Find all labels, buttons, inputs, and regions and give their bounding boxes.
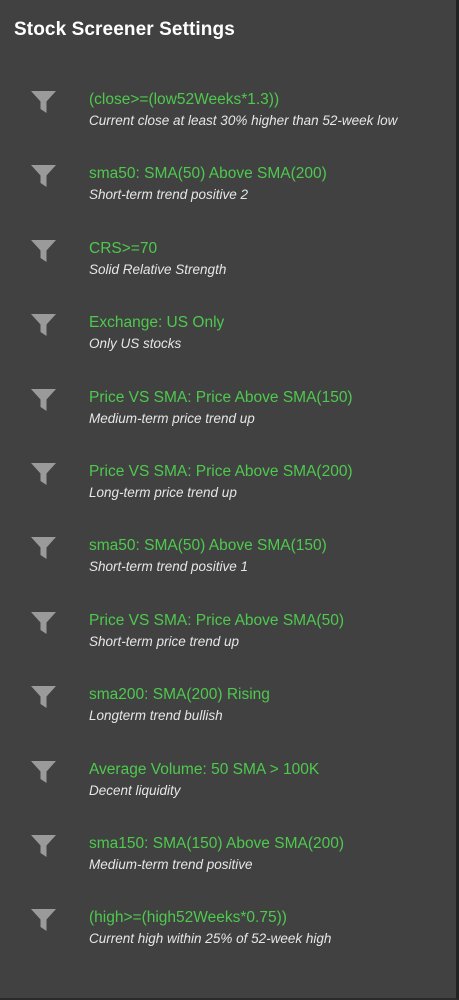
filter-item[interactable]: sma150: SMA(150) Above SMA(200) Medium-t… bbox=[0, 833, 456, 907]
filter-item[interactable]: Price VS SMA: Price Above SMA(200) Long-… bbox=[0, 461, 456, 535]
filter-item[interactable]: sma50: SMA(50) Above SMA(150) Short-term… bbox=[0, 535, 456, 609]
filter-item[interactable]: Exchange: US Only Only US stocks bbox=[0, 312, 456, 386]
filter-icon bbox=[31, 91, 56, 113]
filter-icon bbox=[31, 686, 56, 709]
filter-expression: Price VS SMA: Price Above SMA(50) bbox=[89, 611, 344, 629]
filter-expression: Exchange: US Only bbox=[89, 314, 225, 332]
filter-expression: sma150: SMA(150) Above SMA(200) bbox=[89, 834, 345, 852]
filter-description: Medium-term trend positive bbox=[89, 856, 253, 872]
filter-expression: (close>=(low52Weeks*1.3)) bbox=[89, 91, 280, 108]
filter-item[interactable]: CRS>=70 Solid Relative Strength bbox=[0, 238, 456, 312]
filter-item[interactable]: sma50: SMA(50) Above SMA(200) Short-term… bbox=[0, 163, 456, 237]
filter-expression: Price VS SMA: Price Above SMA(150) bbox=[89, 388, 353, 406]
filter-item[interactable]: (high>=(high52Weeks*0.75)) Current high … bbox=[0, 907, 456, 981]
filter-description: Medium-term price trend up bbox=[89, 410, 255, 426]
filter-expression: (high>=(high52Weeks*0.75)) bbox=[89, 909, 287, 927]
filter-item[interactable]: Price VS SMA: Price Above SMA(150) Mediu… bbox=[0, 387, 456, 461]
filter-expression: Average Volume: 50 SMA > 100K bbox=[89, 760, 320, 778]
filter-description: Solid Relative Strength bbox=[89, 261, 227, 277]
filter-icon bbox=[31, 388, 56, 411]
filter-icon bbox=[31, 537, 56, 560]
filter-description: Longterm trend bullish bbox=[89, 708, 223, 724]
filter-item[interactable]: Average Volume: 50 SMA > 100K Decent liq… bbox=[0, 759, 456, 833]
filter-description: Long-term price trend up bbox=[89, 484, 237, 500]
filter-item[interactable]: sma200: SMA(200) Rising Longterm trend b… bbox=[0, 684, 456, 758]
page-title: Stock Screener Settings bbox=[14, 19, 235, 40]
filter-description: Short-term trend positive 2 bbox=[89, 187, 249, 203]
filter-description: Short-term price trend up bbox=[89, 633, 240, 649]
filter-icon bbox=[31, 909, 56, 932]
filter-description: Current close at least 30% higher than 5… bbox=[89, 113, 398, 128]
filter-expression: sma50: SMA(50) Above SMA(150) bbox=[89, 537, 327, 555]
filter-icon bbox=[31, 834, 56, 857]
filter-icon bbox=[31, 314, 56, 337]
filter-icon bbox=[31, 165, 56, 188]
filter-description: Only US stocks bbox=[89, 336, 182, 352]
filter-icon bbox=[31, 462, 56, 485]
filter-item[interactable]: (close>=(low52Weeks*1.3)) Current close … bbox=[0, 89, 456, 163]
filter-icon bbox=[31, 760, 56, 783]
filter-expression: sma50: SMA(50) Above SMA(200) bbox=[89, 165, 327, 183]
screener-settings-panel: Stock Screener Settings (close>=(low52We… bbox=[0, 0, 459, 1000]
filter-expression: sma200: SMA(200) Rising bbox=[89, 686, 270, 704]
filter-icon bbox=[31, 239, 56, 262]
filter-description: Decent liquidity bbox=[89, 782, 181, 798]
filter-expression: Price VS SMA: Price Above SMA(200) bbox=[89, 462, 353, 480]
filter-item[interactable]: Price VS SMA: Price Above SMA(50) Short-… bbox=[0, 610, 456, 684]
filter-description: Current high within 25% of 52-week high bbox=[89, 931, 332, 947]
filter-list: (close>=(low52Weeks*1.3)) Current close … bbox=[0, 89, 456, 982]
filter-description: Short-term trend positive 1 bbox=[89, 559, 249, 575]
filter-icon bbox=[31, 611, 56, 634]
filter-expression: CRS>=70 bbox=[89, 239, 158, 257]
